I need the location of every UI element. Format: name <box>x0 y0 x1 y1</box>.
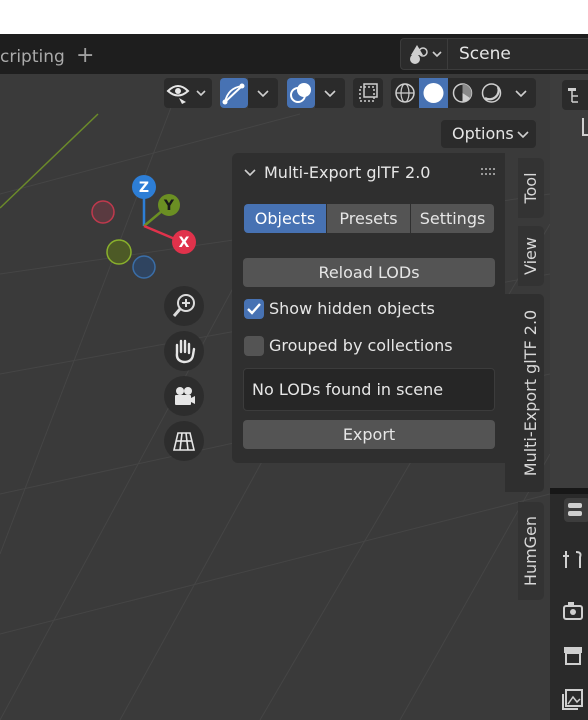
grouped-by-collections-label[interactable]: Grouped by collections <box>269 335 453 357</box>
y-axis-label: Y <box>163 198 175 214</box>
xray-icon <box>359 83 378 102</box>
y-axis-line <box>0 113 99 209</box>
neg-y-handle[interactable] <box>106 239 132 265</box>
gizmo-dropdown[interactable] <box>248 78 278 108</box>
camera-icon <box>175 387 195 405</box>
add-workspace-button[interactable]: + <box>76 42 94 70</box>
panel-collapse-toggle[interactable] <box>243 164 257 187</box>
chevron-down-icon <box>324 90 336 98</box>
panel-title[interactable]: Multi-Export glTF 2.0 <box>264 162 430 184</box>
scene-icon <box>410 45 442 64</box>
shading-material-button[interactable] <box>448 78 477 108</box>
material-sphere-icon <box>452 83 473 103</box>
zoom-icon <box>172 294 195 317</box>
outliner-display-button[interactable] <box>562 80 588 110</box>
shading-wireframe-button[interactable] <box>391 78 419 108</box>
render-icon[interactable] <box>560 598 586 624</box>
visibility-dropdown[interactable] <box>164 78 212 108</box>
gizmo-toggle-button[interactable] <box>220 78 248 108</box>
lod-info-text: No LODs found in scene <box>252 380 444 399</box>
eye-icon <box>166 85 206 104</box>
properties-icon <box>568 503 582 516</box>
scene-name: Scene <box>459 44 511 64</box>
scene-selector-button[interactable] <box>400 38 448 70</box>
rendered-sphere-icon <box>481 83 502 103</box>
z-axis-label: Z <box>139 180 149 196</box>
options-label: Options <box>452 124 514 143</box>
navigation-gizmo[interactable]: Z Y X <box>86 170 206 280</box>
tab-settings[interactable]: Settings <box>411 204 494 233</box>
sidebar-tab-tool[interactable]: Tool <box>518 158 544 218</box>
properties-display-button[interactable] <box>564 498 588 522</box>
neg-x-handle[interactable] <box>91 200 115 224</box>
zoom-button[interactable] <box>164 286 204 326</box>
window-top-margin <box>0 0 588 34</box>
outliner-icon <box>568 88 578 103</box>
sidebar-tab-humgen-label: HumGen <box>521 515 540 587</box>
workspace-tab-scripting[interactable]: cripting <box>0 44 65 70</box>
wireframe-sphere-icon <box>395 83 415 103</box>
view-layer-icon[interactable] <box>560 686 586 712</box>
chevron-down-icon <box>244 169 256 177</box>
overlay-icon <box>290 83 311 103</box>
panel-drag-handle[interactable] <box>481 166 497 180</box>
shading-dropdown[interactable] <box>506 78 536 108</box>
sidebar-tab-view-label: View <box>521 237 540 275</box>
sidebar-tab-view[interactable]: View <box>518 226 544 286</box>
pan-button[interactable] <box>164 331 204 371</box>
grip-icon <box>481 168 495 175</box>
camera-view-button[interactable] <box>164 376 204 416</box>
checkmark-icon <box>247 303 261 315</box>
outliner-tree-icon <box>582 118 588 136</box>
gizmo-icon <box>222 83 245 105</box>
chevron-down-icon <box>515 90 527 98</box>
sidebar-tab-humgen[interactable]: HumGen <box>518 502 544 600</box>
shading-rendered-button[interactable] <box>477 78 506 108</box>
shading-solid-button[interactable] <box>419 78 448 108</box>
perspective-toggle-button[interactable] <box>164 421 204 461</box>
tool-settings-icon[interactable] <box>560 546 586 572</box>
x-axis-label: X <box>179 235 190 251</box>
reload-lods-button[interactable]: Reload LODs <box>243 258 495 287</box>
sidebar-tab-multi-export-label: Multi-Export glTF 2.0 <box>520 309 540 477</box>
grid-perspective-icon <box>172 432 196 451</box>
xray-toggle-button[interactable] <box>353 78 383 108</box>
overlay-toggle-button[interactable] <box>287 78 315 108</box>
tab-presets[interactable]: Presets <box>327 204 410 233</box>
chevron-down-icon <box>516 119 530 160</box>
solid-sphere-icon <box>423 83 444 103</box>
show-hidden-checkbox[interactable] <box>244 299 264 319</box>
outliner-area[interactable] <box>550 74 588 488</box>
export-button[interactable]: Export <box>243 420 495 449</box>
overlay-dropdown[interactable] <box>315 78 345 108</box>
properties-tabs-column <box>550 494 588 720</box>
tab-objects[interactable]: Objects <box>244 204 326 233</box>
sidebar-tab-tool-label: Tool <box>521 172 540 204</box>
sidebar-tab-multi-export[interactable]: Multi-Export glTF 2.0 <box>505 294 544 492</box>
hand-icon <box>175 339 196 364</box>
neg-z-handle[interactable] <box>132 255 156 279</box>
chevron-down-icon <box>257 90 269 98</box>
grouped-by-collections-checkbox[interactable] <box>244 336 264 356</box>
show-hidden-label[interactable]: Show hidden objects <box>269 298 435 320</box>
output-icon[interactable] <box>560 642 586 668</box>
